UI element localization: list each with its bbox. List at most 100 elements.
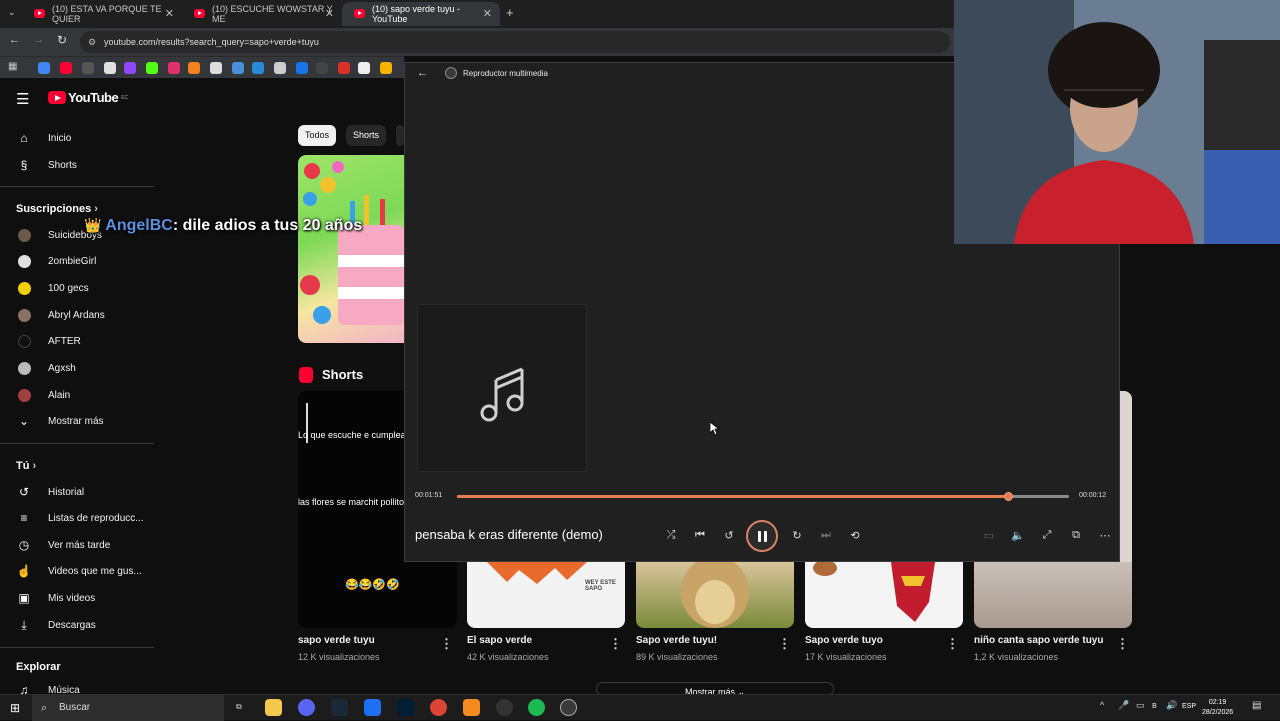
bookmark-icon[interactable] <box>274 62 286 74</box>
short-thumbnail[interactable]: Lo que escuche e cumpleaños 😂 las flores… <box>298 391 404 628</box>
bookmark-icon[interactable] <box>82 62 94 74</box>
tray-overflow-icon[interactable]: ^ <box>1100 700 1104 710</box>
more-options-icon[interactable]: ⋮ <box>609 636 622 652</box>
bookmark-icon[interactable] <box>60 62 72 74</box>
photoshop-icon[interactable] <box>397 699 414 716</box>
pause-button[interactable] <box>746 520 778 552</box>
bluetooth-icon[interactable]: ʙ <box>1152 700 1157 710</box>
back-icon[interactable]: ← <box>9 34 20 46</box>
discord-icon[interactable] <box>298 699 315 716</box>
seek-bar-thumb[interactable] <box>1003 492 1013 501</box>
sidebar-item-subscription[interactable]: 2ombieGirl <box>0 248 154 274</box>
sidebar-item-subscription[interactable]: Agxsh <box>0 355 154 381</box>
sidebar-item-playlists[interactable]: ≡ Listas de reproducc... <box>0 505 154 531</box>
sidebar-item-subscription[interactable]: Abryl Ardans <box>0 302 154 328</box>
bookmark-icon[interactable] <box>316 62 328 74</box>
forward-icon[interactable]: → <box>33 34 44 46</box>
fullscreen-button[interactable]: ⤢ <box>1037 526 1057 544</box>
short-thumbnail[interactable]: WEY ESTE SAPO <box>467 562 625 628</box>
back-icon[interactable]: ← <box>417 67 428 79</box>
short-title[interactable]: sapo verde tuyu <box>298 635 375 646</box>
seek-bar[interactable] <box>457 492 1069 501</box>
notifications-icon[interactable]: ▤ <box>1252 700 1261 711</box>
short-title[interactable]: Sapo verde tuyo <box>805 635 883 646</box>
fl-studio-icon[interactable] <box>463 699 480 716</box>
sidebar-item-historial[interactable]: ↺ Historial <box>0 479 154 505</box>
sidebar-item-watch-later[interactable]: ◷ Ver más tarde <box>0 532 154 558</box>
close-tab-icon[interactable]: ✕ <box>325 7 334 20</box>
tab-search-icon[interactable]: ⌄ <box>8 7 16 18</box>
short-title[interactable]: El sapo verde <box>467 635 532 646</box>
bookmark-icon[interactable] <box>232 62 244 74</box>
chip-shorts[interactable]: Shorts <box>346 125 387 146</box>
bookmark-icon[interactable] <box>210 62 222 74</box>
sidebar-item-subscription[interactable]: 100 gecs <box>0 275 154 301</box>
repeat-button[interactable]: ⟲ <box>845 526 865 544</box>
file-explorer-icon[interactable] <box>265 699 282 716</box>
sidebar-item-shorts[interactable]: § Shorts <box>0 152 154 178</box>
close-tab-icon[interactable]: ✕ <box>483 7 492 20</box>
chrome-icon[interactable] <box>430 699 447 716</box>
subscriptions-heading[interactable]: Suscripciones › <box>16 203 98 215</box>
bookmark-icon[interactable] <box>168 62 180 74</box>
bookmark-icon[interactable] <box>104 62 116 74</box>
short-thumbnail-lower[interactable] <box>404 562 457 628</box>
taskbar-search[interactable]: ⌕ Buscar <box>32 695 224 721</box>
new-tab-button[interactable]: + <box>506 5 514 20</box>
reload-icon[interactable]: ↻ <box>57 33 67 47</box>
rewind-button[interactable]: ↺ <box>719 526 739 544</box>
bookmark-icon[interactable] <box>252 62 264 74</box>
bookmark-icon[interactable] <box>380 62 392 74</box>
youtube-logo[interactable]: YouTube EC <box>48 90 128 105</box>
captions-button[interactable]: ▭ <box>979 526 999 544</box>
you-heading[interactable]: Tú › <box>16 460 36 472</box>
bookmark-icon[interactable] <box>358 62 370 74</box>
menu-icon[interactable]: ☰ <box>16 90 29 108</box>
forward-button[interactable]: ↻ <box>787 526 807 544</box>
microphone-icon[interactable]: 🎤 <box>1118 700 1129 711</box>
taskbar-clock[interactable]: 02:19 28/2/2026 <box>1202 698 1233 718</box>
steam-icon[interactable] <box>331 699 348 716</box>
site-info-icon[interactable]: ⚙ <box>88 31 96 53</box>
browser-tab-active[interactable]: (10) sapo verde tuyu - YouTube ✕ <box>342 2 500 26</box>
chip-todos[interactable]: Todos <box>298 125 337 146</box>
volume-button[interactable]: 🔈 <box>1008 526 1028 544</box>
spotify-icon[interactable] <box>528 699 545 716</box>
more-options-icon[interactable]: ⋮ <box>778 636 791 652</box>
address-bar[interactable]: ⚙ youtube.com/results?search_query=sapo+… <box>80 31 950 53</box>
bookmark-icon[interactable] <box>124 62 136 74</box>
more-options-button[interactable]: ⋯ <box>1095 526 1115 544</box>
short-title[interactable]: Sapo verde tuyu! <box>636 635 717 646</box>
sidebar-show-more[interactable]: ⌄ Mostrar más <box>0 408 154 434</box>
sidebar-item-my-videos[interactable]: ▣ Mis videos <box>0 585 154 611</box>
bookmark-icon[interactable] <box>188 62 200 74</box>
bookmark-icon[interactable] <box>38 62 50 74</box>
close-tab-icon[interactable]: ✕ <box>165 7 174 20</box>
video-thumbnail[interactable] <box>298 155 404 343</box>
more-options-icon[interactable]: ⋮ <box>440 636 453 652</box>
bookmark-icon[interactable] <box>296 62 308 74</box>
media-player-taskbar-icon[interactable] <box>560 699 577 716</box>
vegas-icon[interactable] <box>364 699 381 716</box>
short-thumbnail[interactable] <box>805 562 963 628</box>
short-thumbnail[interactable] <box>636 562 794 628</box>
sidebar-item-subscription[interactable]: AFTER <box>0 328 154 354</box>
more-options-icon[interactable]: ⋮ <box>946 636 959 652</box>
sidebar-item-liked[interactable]: ☝ Videos que me gus... <box>0 558 154 584</box>
short-thumbnail[interactable] <box>974 562 1132 628</box>
task-view-icon[interactable]: ⧉ <box>236 702 242 712</box>
bookmark-icon[interactable] <box>146 62 158 74</box>
next-button[interactable]: ⏭ <box>816 526 836 544</box>
browser-tab[interactable]: (10) ESCUCHE WOWSTAR Y ME ✕ <box>182 2 342 26</box>
volume-tray-icon[interactable]: 🔊 <box>1166 700 1177 711</box>
miniplayer-button[interactable]: ⧉ <box>1066 526 1086 544</box>
obs-icon[interactable] <box>496 699 513 716</box>
network-icon[interactable]: ▭ <box>1136 700 1145 711</box>
apps-icon[interactable]: ▦ <box>8 61 17 72</box>
more-options-icon[interactable]: ⋮ <box>1116 636 1129 652</box>
language-indicator[interactable]: ESP <box>1182 703 1196 710</box>
previous-button[interactable]: ⏮ <box>690 526 710 544</box>
sidebar-item-inicio[interactable]: ⌂ Inicio <box>0 125 154 151</box>
browser-tab[interactable]: (10) ESTA VA PORQUE TE QUIER ✕ <box>22 2 182 26</box>
bookmark-icon[interactable] <box>338 62 350 74</box>
